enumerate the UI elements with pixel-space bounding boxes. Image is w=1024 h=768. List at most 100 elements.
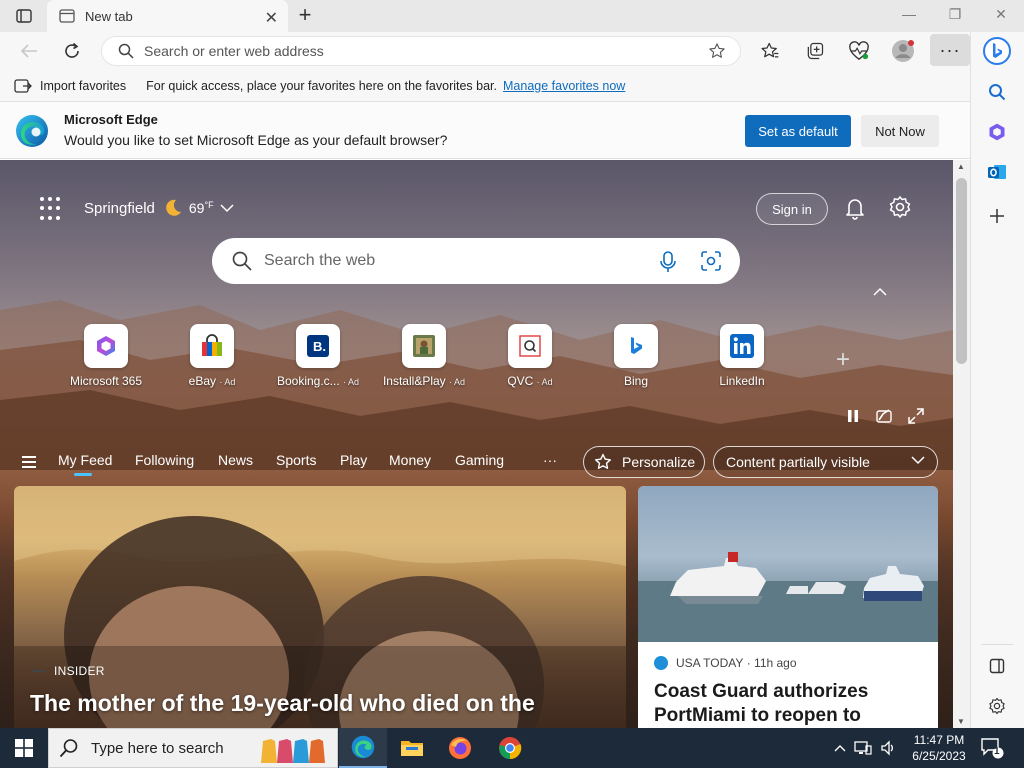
close-window-button[interactable]: ✕: [978, 6, 1024, 23]
favorites-button[interactable]: [757, 39, 783, 63]
edge-logo-icon: [351, 735, 375, 759]
quick-link-booking[interactable]: B. Booking.c... · Ad: [268, 324, 368, 388]
search-icon: [59, 739, 78, 758]
expand-icon[interactable]: [908, 408, 924, 424]
refresh-button[interactable]: [59, 39, 85, 63]
tab-money[interactable]: Money: [389, 452, 431, 468]
outlook-icon: [988, 165, 1006, 179]
article-source: INSIDER: [54, 664, 105, 678]
address-placeholder: Search or enter web address: [144, 43, 324, 59]
new-tab-page: Springfield 69°F Sign in Search the web …: [0, 160, 953, 728]
personalize-button[interactable]: Personalize: [583, 446, 705, 478]
not-now-button[interactable]: Not Now: [861, 115, 939, 147]
profile-button[interactable]: [890, 39, 916, 63]
edge-sidebar: [970, 32, 1024, 728]
plus-icon: [990, 209, 1004, 223]
windows-taskbar: Type here to search 11:47 PM 6/25/2023 1: [0, 728, 1024, 768]
back-button[interactable]: [16, 39, 42, 63]
tab-news[interactable]: News: [218, 452, 253, 468]
favorite-star-icon[interactable]: [708, 42, 726, 60]
network-icon[interactable]: [854, 740, 872, 756]
browser-essentials-button[interactable]: [846, 39, 872, 63]
active-tab-indicator: [74, 473, 92, 476]
tab-following[interactable]: Following: [135, 452, 194, 468]
moon-icon: [166, 199, 181, 216]
volume-icon[interactable]: [880, 740, 896, 756]
tab-sports[interactable]: Sports: [276, 452, 316, 468]
change-background-icon[interactable]: [876, 408, 892, 424]
article-photo: [638, 486, 938, 642]
web-search-box[interactable]: Search the web: [212, 238, 740, 284]
gear-icon: [989, 697, 1005, 715]
taskbar-chrome-button[interactable]: [486, 728, 534, 768]
collapse-chevron-up-icon[interactable]: [873, 284, 887, 300]
scrollbar-thumb[interactable]: [956, 178, 967, 364]
quick-link-bing[interactable]: Bing: [586, 324, 686, 388]
taskbar-clock[interactable]: 11:47 PM 6/25/2023: [906, 732, 972, 764]
hide-sidebar-button[interactable]: [983, 652, 1011, 680]
taskbar-firefox-button[interactable]: [436, 728, 484, 768]
voice-search-microphone-icon[interactable]: [659, 251, 677, 273]
action-center-button[interactable]: 1: [980, 736, 1004, 763]
tab-close-icon[interactable]: ✕: [265, 8, 278, 28]
tab-gaming[interactable]: Gaming: [455, 452, 504, 468]
sidebar-add-button[interactable]: [983, 202, 1011, 230]
visual-search-camera-icon[interactable]: [701, 251, 721, 271]
taskbar-search-box[interactable]: Type here to search: [48, 728, 338, 768]
taskbar-edge-button[interactable]: [339, 728, 387, 768]
quick-link-linkedin[interactable]: LinkedIn: [692, 324, 792, 388]
article-headline: The mother of the 19-year-old who died o…: [30, 690, 535, 716]
start-button[interactable]: [0, 728, 48, 768]
feed-card-main[interactable]: INSIDER The mother of the 19-year-old wh…: [14, 486, 626, 728]
clock-time: 11:47 PM: [913, 733, 965, 747]
page-settings-gear-icon[interactable]: [888, 195, 912, 219]
tab-my-feed[interactable]: My Feed: [58, 452, 112, 468]
ad-badge: · Ad: [536, 377, 553, 387]
more-tabs-button[interactable]: ···: [543, 452, 557, 468]
feed-card-side[interactable]: USA TODAY · 11h ago Coast Guard authoriz…: [638, 486, 938, 728]
article-source: USA TODAY: [676, 656, 744, 670]
restore-button[interactable]: ❐: [932, 6, 978, 23]
sidebar-search-button[interactable]: [983, 78, 1011, 106]
sidebar-microsoft-365-button[interactable]: [983, 118, 1011, 146]
ebay-bag-icon: [202, 334, 222, 356]
bing-chat-button[interactable]: [982, 36, 1012, 66]
tab-actions-button[interactable]: [10, 7, 38, 25]
taskbar-file-explorer-button[interactable]: [388, 728, 436, 768]
feed-menu-hamburger-icon[interactable]: [22, 456, 36, 471]
quick-link-label: eBay: [188, 374, 216, 388]
collections-button[interactable]: [802, 39, 828, 63]
manage-favorites-link[interactable]: Manage favorites now: [503, 79, 625, 93]
sign-in-button[interactable]: Sign in: [756, 193, 828, 225]
minimize-button[interactable]: —: [886, 6, 932, 22]
weather-widget[interactable]: Springfield 69°F: [84, 198, 234, 218]
address-bar[interactable]: Search or enter web address: [101, 36, 741, 66]
pause-icon[interactable]: [846, 409, 860, 423]
notifications-bell-icon[interactable]: [844, 196, 866, 220]
search-icon: [232, 251, 252, 271]
sidebar-outlook-button[interactable]: [983, 158, 1011, 186]
set-as-default-button[interactable]: Set as default: [745, 115, 851, 147]
new-tab-button[interactable]: +: [294, 4, 316, 27]
page-scrollbar[interactable]: ▲ ▼: [953, 160, 970, 728]
quick-link-label: Microsoft 365: [69, 374, 143, 388]
sidebar-settings-button[interactable]: [983, 692, 1011, 720]
settings-and-more-button[interactable]: ···: [930, 34, 970, 66]
bing-chat-icon: [983, 37, 1011, 65]
tab-new-tab[interactable]: New tab ✕: [47, 0, 288, 32]
app-launcher-button[interactable]: [40, 197, 64, 221]
personalize-label: Personalize: [622, 454, 696, 470]
quick-link-install-play[interactable]: Install&Play · Ad: [374, 324, 474, 388]
quick-link-qvc[interactable]: QVC · Ad: [480, 324, 580, 388]
edge-logo-icon: [16, 115, 48, 147]
install-play-game-icon: [413, 335, 435, 357]
web-search-placeholder: Search the web: [264, 252, 376, 269]
add-quick-link-button[interactable]: +: [836, 346, 850, 374]
quick-link-label: LinkedIn: [719, 374, 765, 388]
tab-play[interactable]: Play: [340, 452, 367, 468]
content-visibility-dropdown[interactable]: Content partially visible: [713, 446, 938, 478]
quick-link-microsoft-365[interactable]: Microsoft 365: [56, 324, 156, 388]
quick-link-ebay[interactable]: eBay · Ad: [162, 324, 262, 388]
show-hidden-icons-chevron-up-icon[interactable]: [834, 744, 846, 752]
import-favorites-button[interactable]: Import favorites: [14, 78, 126, 94]
